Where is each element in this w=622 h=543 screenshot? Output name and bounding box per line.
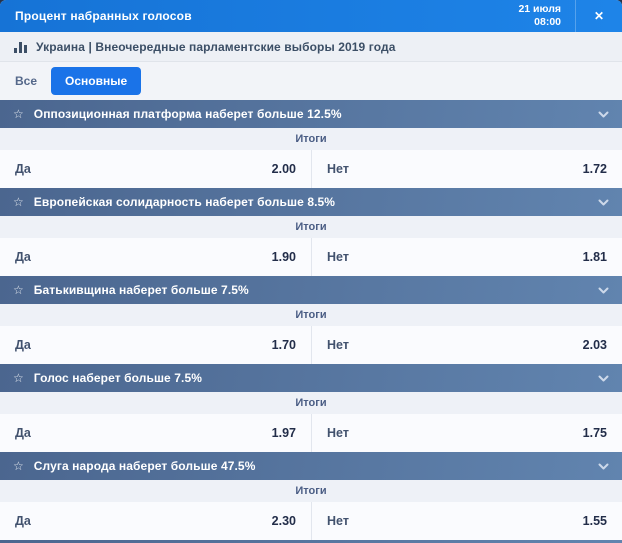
outcome-odds: 1.70 [272,338,296,352]
favorite-star-icon[interactable]: ☆ [13,284,24,296]
event-datetime: 21 июля 08:00 [518,3,575,29]
chevron-down-icon[interactable] [598,375,609,382]
bar-chart-icon [14,41,27,53]
outcome-label: Нет [327,250,349,264]
breadcrumb[interactable]: Украина | Внеочередные парламентские выб… [0,32,622,62]
outcome-label: Да [15,338,31,352]
market-header[interactable]: ☆ Европейская солидарность наберет больш… [0,188,622,216]
outcomes-row: Да 2.30 Нет 1.55 [0,502,622,540]
market-title: Оппозиционная платформа наберет больше 1… [34,107,598,121]
outcome-cell[interactable]: Да 2.30 [0,502,311,540]
tab-main[interactable]: Основные [51,67,141,95]
favorite-star-icon[interactable]: ☆ [13,196,24,208]
market-title: Голос наберет больше 7.5% [34,371,598,385]
outcome-label: Нет [327,338,349,352]
outcome-label: Нет [327,162,349,176]
outcomes-row: Да 1.90 Нет 1.81 [0,238,622,276]
market-title: Европейская солидарность наберет больше … [34,195,598,209]
market-popup: Процент набранных голосов 21 июля 08:00 … [0,0,622,543]
outcome-cell[interactable]: Да 2.00 [0,150,311,188]
outcome-odds: 1.97 [272,426,296,440]
close-icon: ✕ [594,9,604,23]
outcome-odds: 1.55 [583,514,607,528]
favorite-star-icon[interactable]: ☆ [13,108,24,120]
filter-tabs: Все Основные [0,62,622,100]
market-group-label: Итоги [0,392,622,414]
event-time: 08:00 [518,16,561,29]
market-section: ☆ Европейская солидарность наберет больш… [0,188,622,276]
outcomes-row: Да 1.97 Нет 1.75 [0,414,622,452]
outcome-odds: 1.72 [583,162,607,176]
market-header[interactable]: ☆ Слуга народа наберет больше 47.5% [0,452,622,480]
outcome-label: Да [15,426,31,440]
chevron-down-icon[interactable] [598,111,609,118]
markets-list: ☆ Оппозиционная платформа наберет больше… [0,100,622,540]
outcome-label: Да [15,162,31,176]
market-title: Батькивщина наберет больше 7.5% [34,283,598,297]
outcome-odds: 1.75 [583,426,607,440]
outcome-cell[interactable]: Да 1.70 [0,326,311,364]
outcome-cell[interactable]: Да 1.97 [0,414,311,452]
market-section: ☆ Голос наберет больше 7.5% Итоги Да 1.9… [0,364,622,452]
breadcrumb-text: Украина | Внеочередные парламентские выб… [36,40,395,54]
tab-all[interactable]: Все [15,74,37,88]
chevron-down-icon[interactable] [598,287,609,294]
market-group-label: Итоги [0,304,622,326]
market-header[interactable]: ☆ Оппозиционная платформа наберет больше… [0,100,622,128]
event-date: 21 июля [518,3,561,16]
market-group-label: Итоги [0,216,622,238]
outcome-odds: 2.03 [583,338,607,352]
outcome-odds: 1.90 [272,250,296,264]
favorite-star-icon[interactable]: ☆ [13,372,24,384]
outcome-cell[interactable]: Нет 1.55 [311,502,622,540]
chevron-down-icon[interactable] [598,463,609,470]
outcome-cell[interactable]: Да 1.90 [0,238,311,276]
outcome-odds: 2.00 [272,162,296,176]
outcome-label: Нет [327,426,349,440]
outcome-label: Нет [327,514,349,528]
market-section: ☆ Оппозиционная платформа наберет больше… [0,100,622,188]
outcome-cell[interactable]: Нет 1.81 [311,238,622,276]
outcome-cell[interactable]: Нет 2.03 [311,326,622,364]
close-button[interactable]: ✕ [576,0,622,32]
popup-title: Процент набранных голосов [0,9,518,23]
market-section: ☆ Батькивщина наберет больше 7.5% Итоги … [0,276,622,364]
outcomes-row: Да 1.70 Нет 2.03 [0,326,622,364]
outcome-cell[interactable]: Нет 1.75 [311,414,622,452]
outcome-label: Да [15,514,31,528]
titlebar: Процент набранных голосов 21 июля 08:00 … [0,0,622,32]
market-group-label: Итоги [0,128,622,150]
outcome-odds: 1.81 [583,250,607,264]
outcome-cell[interactable]: Нет 1.72 [311,150,622,188]
outcome-odds: 2.30 [272,514,296,528]
chevron-down-icon[interactable] [598,199,609,206]
favorite-star-icon[interactable]: ☆ [13,460,24,472]
market-title: Слуга народа наберет больше 47.5% [34,459,598,473]
market-header[interactable]: ☆ Батькивщина наберет больше 7.5% [0,276,622,304]
outcomes-row: Да 2.00 Нет 1.72 [0,150,622,188]
outcome-label: Да [15,250,31,264]
market-section: ☆ Слуга народа наберет больше 47.5% Итог… [0,452,622,540]
market-header[interactable]: ☆ Голос наберет больше 7.5% [0,364,622,392]
market-group-label: Итоги [0,480,622,502]
